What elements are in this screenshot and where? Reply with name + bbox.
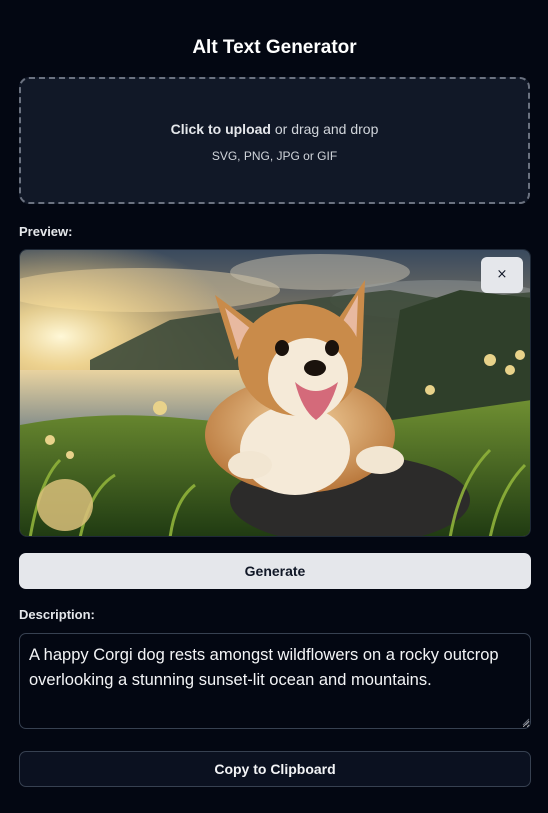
description-textarea[interactable]: A happy Corgi dog rests amongst wildflow… bbox=[19, 633, 531, 729]
preview-label: Preview: bbox=[19, 224, 73, 239]
app-container: Alt Text Generator Click to upload or dr… bbox=[0, 0, 548, 813]
remove-image-button[interactable]: × bbox=[481, 257, 523, 293]
page-title: Alt Text Generator bbox=[192, 37, 357, 58]
upload-dropzone[interactable]: Click to upload or drag and drop SVG, PN… bbox=[19, 77, 530, 204]
preview-image bbox=[19, 249, 531, 537]
upload-click-label: Click to upload bbox=[170, 121, 271, 137]
upload-instructions: Click to upload or drag and drop bbox=[21, 120, 528, 138]
generate-button[interactable]: Generate bbox=[19, 553, 531, 589]
copy-to-clipboard-button[interactable]: Copy to Clipboard bbox=[19, 751, 531, 787]
upload-drag-label: or drag and drop bbox=[270, 121, 379, 137]
description-label: Description: bbox=[19, 607, 95, 622]
corgi-photo-illustration bbox=[20, 250, 530, 536]
upload-formats-hint: SVG, PNG, JPG or GIF bbox=[211, 149, 338, 163]
resize-grip-icon[interactable] bbox=[520, 716, 530, 726]
